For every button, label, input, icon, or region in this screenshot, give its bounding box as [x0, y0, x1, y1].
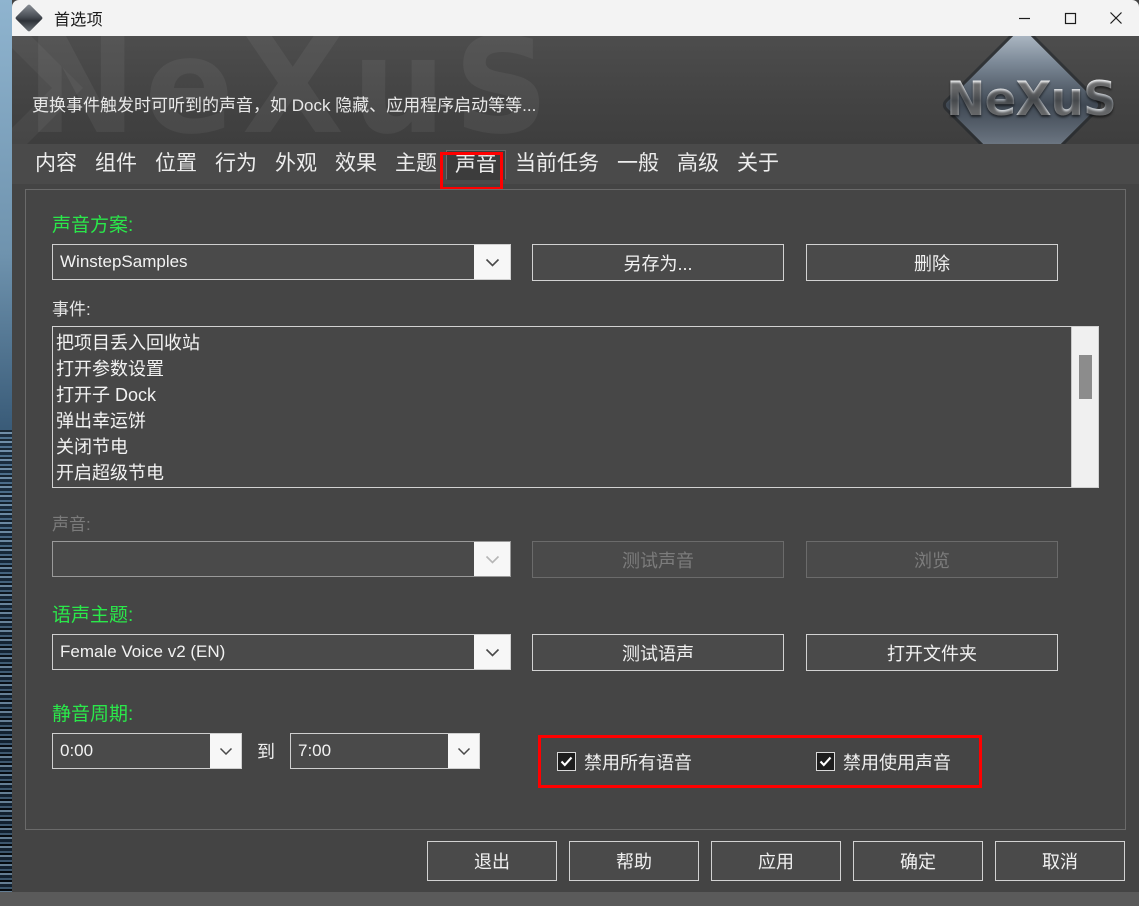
maximize-icon[interactable]	[1047, 0, 1093, 36]
voice-theme-combobox[interactable]: Female Voice v2 (EN)	[52, 634, 511, 670]
silent-from-spinner[interactable]: 0:00	[52, 733, 242, 769]
window-title: 首选项	[54, 12, 103, 29]
chevron-down-icon[interactable]	[448, 734, 479, 768]
silent-to-value: 7:00	[298, 741, 332, 760]
browse-button: 浏览	[806, 541, 1058, 578]
header-banner: NeXuS 更换事件触发时可听到的声音，如 Dock 隐藏、应用程序启动等等..…	[12, 36, 1139, 144]
exit-button[interactable]: 退出	[427, 841, 557, 881]
diamond-icon	[14, 3, 44, 33]
test-voice-button[interactable]: 测试语声	[532, 634, 784, 671]
chevron-down-icon[interactable]	[474, 635, 510, 669]
sound-scheme-combobox[interactable]: WinstepSamples	[52, 244, 511, 280]
checkbox-label: 禁用所有语音	[584, 752, 692, 773]
sound-label: 声音:	[52, 515, 91, 534]
events-scrollbar[interactable]	[1071, 327, 1098, 487]
banner-watermark: NeXuS	[26, 36, 557, 144]
dialog-footer: 退出 帮助 应用 确定 取消	[12, 830, 1139, 892]
chevron-down-icon[interactable]	[210, 734, 241, 768]
tab-bar: 内容 组件 位置 行为 外观 效果 主题 声音 当前任务 一般 高级 关于	[12, 144, 1139, 190]
silent-to-spinner[interactable]: 7:00	[290, 733, 480, 769]
sound-combobox	[52, 541, 511, 577]
checkbox-disable-sound-usage[interactable]: 禁用使用声音	[816, 749, 951, 775]
ok-button[interactable]: 确定	[853, 841, 983, 881]
events-label: 事件:	[52, 300, 91, 319]
list-item[interactable]: 开启超级节电	[56, 460, 1071, 486]
nexus-logo: NeXuS	[919, 36, 1133, 144]
silent-period-label: 静音周期:	[52, 704, 134, 725]
save-as-button[interactable]: 另存为...	[532, 244, 784, 281]
sound-value	[53, 542, 474, 576]
title-bar[interactable]: 首选项	[12, 0, 1139, 36]
checkbox-disable-all-voice[interactable]: 禁用所有语音	[557, 749, 692, 775]
events-listbox[interactable]: 把项目丢入回收站 打开参数设置 打开子 Dock 弹出幸运饼 关闭节电 开启超级…	[52, 326, 1099, 488]
sound-settings-panel: 声音方案: WinstepSamples 另存为... 删除 事件: 把项目丢入…	[25, 189, 1126, 830]
tab-sound[interactable]: 声音	[446, 150, 506, 180]
events-list: 把项目丢入回收站 打开参数设置 打开子 Dock 弹出幸运饼 关闭节电 开启超级…	[53, 327, 1071, 487]
logo-text: NeXuS	[929, 72, 1133, 127]
test-sound-button: 测试声音	[532, 541, 784, 578]
tab-theme[interactable]: 主题	[386, 149, 446, 179]
sound-scheme-value: WinstepSamples	[60, 252, 188, 271]
tab-content[interactable]: 内容	[26, 149, 86, 179]
checkmark-icon[interactable]	[557, 752, 576, 771]
checkmark-icon[interactable]	[816, 752, 835, 771]
tab-appearance[interactable]: 外观	[266, 149, 326, 179]
voice-theme-label: 语声主题:	[52, 605, 134, 626]
list-item[interactable]: 关闭节电	[56, 434, 1071, 460]
cancel-button[interactable]: 取消	[995, 841, 1125, 881]
tab-effects[interactable]: 效果	[326, 149, 386, 179]
tab-about[interactable]: 关于	[728, 149, 788, 179]
desktop-bottom-strip	[0, 892, 1139, 906]
silent-from-value: 0:00	[60, 741, 94, 760]
window-controls	[1001, 0, 1139, 36]
tab-components[interactable]: 组件	[86, 149, 146, 179]
to-word-label: 到	[257, 742, 275, 762]
tab-general[interactable]: 一般	[608, 149, 668, 179]
chevron-down-icon[interactable]	[474, 245, 510, 279]
minimize-icon[interactable]	[1001, 0, 1047, 36]
tab-current-tasks[interactable]: 当前任务	[506, 149, 608, 179]
sound-scheme-label: 声音方案:	[52, 215, 134, 236]
close-icon[interactable]	[1093, 0, 1139, 36]
tab-advanced[interactable]: 高级	[668, 149, 728, 179]
list-item[interactable]: 打开子 Dock	[56, 382, 1071, 408]
list-item[interactable]: 打开参数设置	[56, 356, 1071, 382]
banner-description: 更换事件触发时可听到的声音，如 Dock 隐藏、应用程序启动等等...	[32, 96, 537, 115]
checkbox-label: 禁用使用声音	[843, 752, 951, 773]
tab-behavior[interactable]: 行为	[206, 149, 266, 179]
delete-button[interactable]: 删除	[806, 244, 1058, 281]
scrollbar-thumb[interactable]	[1079, 355, 1092, 399]
list-item[interactable]: 弹出幸运饼	[56, 408, 1071, 434]
voice-theme-value: Female Voice v2 (EN)	[60, 642, 226, 661]
preferences-window: 首选项 NeXuS 更换事件触发时可听到的声音，如 Dock 隐藏、应用程序启动…	[12, 0, 1139, 892]
tab-position[interactable]: 位置	[146, 149, 206, 179]
open-folder-button[interactable]: 打开文件夹	[806, 634, 1058, 671]
chevron-down-icon	[474, 542, 510, 576]
apply-button[interactable]: 应用	[711, 841, 841, 881]
help-button[interactable]: 帮助	[569, 841, 699, 881]
list-item[interactable]: 把项目丢入回收站	[56, 330, 1071, 356]
disable-audio-annotation-group: 禁用所有语音 禁用使用声音	[538, 735, 982, 788]
